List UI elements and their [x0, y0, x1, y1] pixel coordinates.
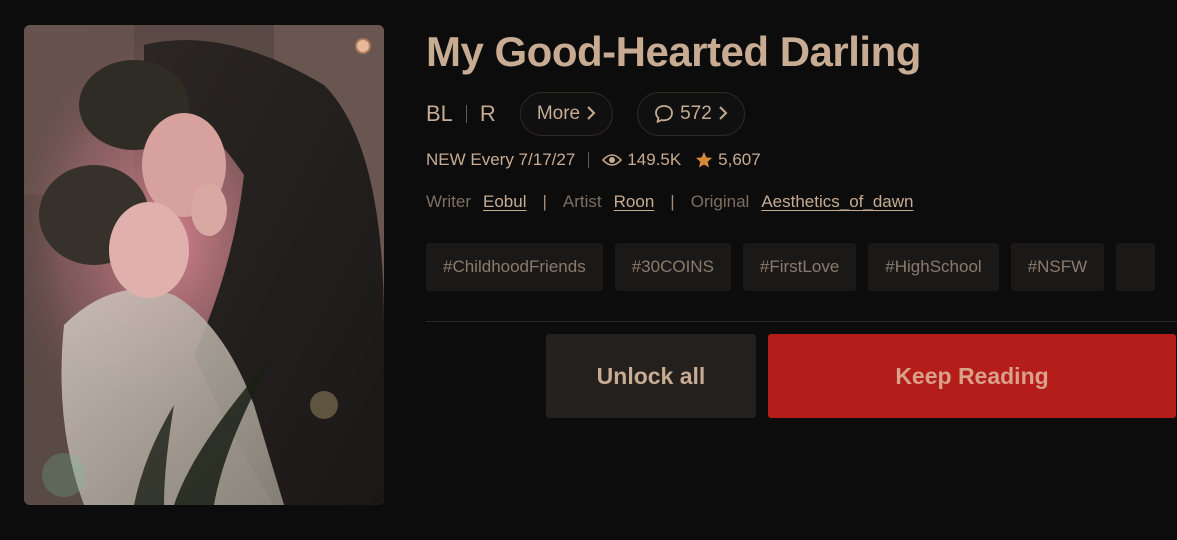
- chevron-right-icon: [586, 104, 596, 125]
- tag-chip-overflow[interactable]: [1116, 243, 1155, 291]
- artist-label: Artist: [562, 192, 602, 211]
- writer-label: Writer: [426, 192, 472, 211]
- more-button[interactable]: More: [519, 92, 614, 136]
- stats-row: NEW Every 7/17/27 149.5K 5,607: [426, 150, 761, 170]
- cover-image[interactable]: [24, 25, 384, 505]
- divider: [465, 105, 467, 123]
- comments-button[interactable]: 572: [637, 92, 745, 136]
- likes-count: 5,607: [718, 150, 761, 169]
- speech-bubble-icon: [654, 104, 674, 124]
- original-label: Original: [690, 192, 750, 211]
- genre-label[interactable]: BL: [426, 101, 453, 127]
- divider: [588, 152, 590, 168]
- credit-separator: |: [670, 192, 675, 211]
- section-divider: [426, 321, 1177, 322]
- series-title: My Good-Hearted Darling: [426, 28, 921, 75]
- cover-artwork: [24, 25, 384, 505]
- eye-icon: [602, 154, 623, 166]
- chevron-right-icon: [718, 104, 728, 125]
- tag-chip[interactable]: #ChildhoodFriends: [426, 243, 603, 291]
- tag-list: #ChildhoodFriends #30COINS #FirstLove #H…: [426, 243, 1177, 291]
- views-stat: 149.5K: [602, 150, 681, 170]
- unlock-all-button[interactable]: Unlock all: [546, 334, 756, 418]
- comment-count: 572: [680, 103, 712, 124]
- writer-link[interactable]: Eobul: [483, 192, 526, 212]
- badge-icon: [355, 38, 371, 54]
- credits-row: Writer Eobul | Artist Roon | Original Ae…: [426, 192, 913, 212]
- likes-stat: 5,607: [695, 150, 761, 170]
- star-icon: [696, 152, 713, 168]
- tag-chip[interactable]: #NSFW: [1010, 243, 1105, 291]
- artist-link[interactable]: Roon: [614, 192, 655, 212]
- age-rating-label: R: [479, 101, 496, 126]
- genre-row: BL R More 572: [426, 92, 745, 136]
- update-schedule: NEW Every 7/17/27: [426, 150, 576, 169]
- tag-chip[interactable]: #HighSchool: [868, 243, 999, 291]
- views-count: 149.5K: [627, 150, 682, 169]
- keep-reading-button[interactable]: Keep Reading: [768, 334, 1176, 418]
- series-detail-page: My Good-Hearted Darling BL R More 572 NE…: [0, 0, 1177, 540]
- tag-chip[interactable]: #FirstLove: [742, 243, 857, 291]
- tag-chip[interactable]: #30COINS: [614, 243, 731, 291]
- original-link[interactable]: Aesthetics_of_dawn: [761, 192, 913, 212]
- credit-separator: |: [542, 192, 547, 211]
- more-button-label: More: [536, 103, 581, 124]
